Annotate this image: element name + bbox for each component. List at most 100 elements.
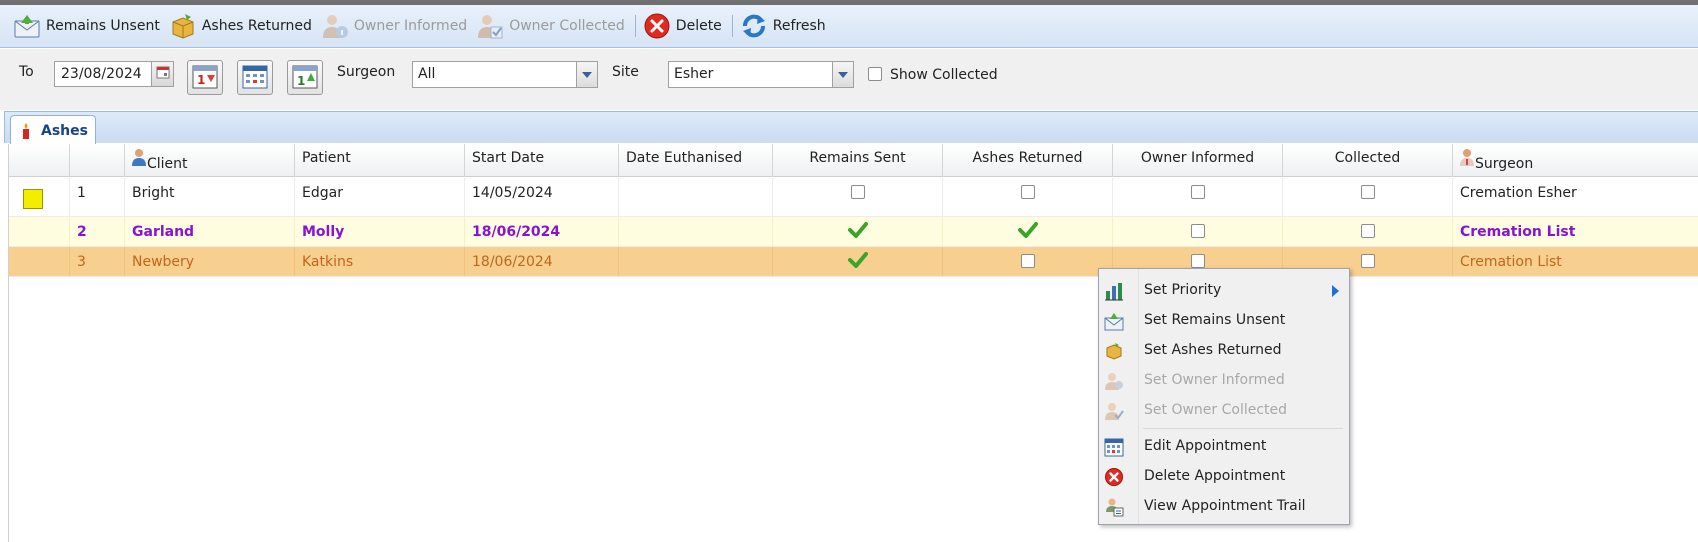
column-header-date-euthanised[interactable]: Date Euthanised bbox=[619, 144, 773, 177]
start-date-text: 14/05/2024 bbox=[472, 185, 553, 201]
refresh-button[interactable]: Refresh bbox=[737, 9, 832, 43]
date-picker-button[interactable] bbox=[151, 62, 173, 86]
delete-icon bbox=[642, 11, 672, 41]
checkmark-icon bbox=[1017, 222, 1038, 242]
chevron-down-icon[interactable] bbox=[832, 62, 853, 87]
calendar-down-icon: 1 bbox=[191, 62, 219, 94]
cell-patient: Katkins bbox=[295, 247, 465, 276]
cell-surgeon: Cremation List bbox=[1453, 217, 1698, 246]
menu-item-delete-appointment[interactable]: Delete Appointment bbox=[1099, 464, 1349, 490]
menu-item-label: View Appointment Trail bbox=[1144, 498, 1306, 514]
cell-date-euthanised bbox=[619, 217, 773, 246]
cell-num: 3 bbox=[70, 247, 125, 276]
owner-collected-label: Owner Collected bbox=[509, 18, 625, 34]
column-patient-label: Patient bbox=[302, 150, 351, 166]
menu-item-set-ashes-returned[interactable]: Set Ashes Returned bbox=[1099, 338, 1349, 364]
cell-remains-sent bbox=[773, 247, 943, 276]
site-select[interactable]: Esher bbox=[668, 61, 854, 88]
menu-item-label: Set Ashes Returned bbox=[1144, 342, 1282, 358]
cell-ashes-returned bbox=[943, 178, 1113, 216]
show-collected-checkbox[interactable] bbox=[868, 67, 882, 81]
collected-checkbox[interactable] bbox=[1360, 185, 1375, 199]
column-remains-sent-label: Remains Sent bbox=[809, 150, 906, 166]
site-value: Esher bbox=[674, 66, 714, 82]
collected-checkbox[interactable] bbox=[1360, 224, 1375, 238]
table-row[interactable]: 3 Newbery Katkins 18/06/2024 Cremation List bbox=[9, 247, 1698, 277]
collected-checkbox[interactable] bbox=[1360, 254, 1375, 268]
cell-start-date: 18/06/2024 bbox=[465, 247, 619, 276]
next-date-button[interactable]: 1 bbox=[287, 60, 323, 95]
calendar-icon bbox=[241, 62, 269, 94]
client-person-icon bbox=[132, 148, 146, 170]
cell-client: Bright bbox=[125, 178, 295, 216]
column-start-date-label: Start Date bbox=[472, 150, 545, 166]
menu-item-label: Set Priority bbox=[1144, 282, 1222, 298]
menu-item-set-owner-informed[interactable]: Set Owner Informed bbox=[1099, 368, 1349, 394]
toolbar-separator bbox=[634, 15, 636, 37]
site-label: Site bbox=[612, 64, 639, 80]
previous-date-button[interactable]: 1 bbox=[187, 60, 223, 95]
cell-ashes-returned bbox=[943, 217, 1113, 246]
menu-item-view-appointment-trail[interactable]: View Appointment Trail bbox=[1099, 494, 1349, 520]
menu-separator bbox=[1143, 428, 1343, 429]
column-header-owner-informed[interactable]: Owner Informed bbox=[1113, 144, 1283, 177]
today-calendar-button[interactable] bbox=[237, 60, 273, 95]
tab-ashes[interactable]: Ashes bbox=[10, 115, 96, 145]
checkmark-icon bbox=[847, 222, 868, 242]
table-row[interactable]: 1 Bright Edgar 14/05/2024 Cremation Esher bbox=[9, 178, 1698, 217]
calendar-up-icon: 1 bbox=[291, 62, 319, 94]
client-text: Bright bbox=[132, 185, 175, 201]
delete-label: Delete bbox=[675, 18, 722, 34]
owner-informed-button[interactable]: Owner Informed bbox=[318, 9, 473, 43]
column-header-collected[interactable]: Collected bbox=[1283, 144, 1453, 177]
cell-num: 2 bbox=[70, 217, 125, 246]
owner-collected-button[interactable]: Owner Collected bbox=[473, 9, 631, 43]
client-text: Garland bbox=[132, 224, 195, 240]
owner-informed-checkbox[interactable] bbox=[1190, 254, 1205, 268]
delete-button[interactable]: Delete bbox=[640, 9, 728, 43]
column-header-remains-sent[interactable]: Remains Sent bbox=[773, 144, 943, 177]
menu-item-set-priority[interactable]: Set Priority bbox=[1099, 278, 1349, 304]
svg-text:1: 1 bbox=[197, 73, 205, 87]
ashes-returned-checkbox[interactable] bbox=[1020, 254, 1035, 268]
column-header-priority[interactable] bbox=[9, 144, 70, 177]
table-row[interactable]: 2 Garland Molly 18/06/2024 Cremation List bbox=[9, 217, 1698, 247]
surgeon-person-icon bbox=[1460, 148, 1474, 170]
menu-item-label: Edit Appointment bbox=[1144, 438, 1267, 454]
cell-client: Garland bbox=[125, 217, 295, 246]
ashes-returned-checkbox[interactable] bbox=[1020, 185, 1035, 199]
cell-remains-sent bbox=[773, 178, 943, 216]
calendar-small-icon bbox=[156, 65, 170, 83]
cell-start-date: 14/05/2024 bbox=[465, 178, 619, 216]
column-header-number[interactable] bbox=[70, 144, 125, 177]
menu-item-set-owner-collected[interactable]: Set Owner Collected bbox=[1099, 398, 1349, 424]
cell-remains-sent bbox=[773, 217, 943, 246]
bar-chart-icon bbox=[1103, 280, 1125, 302]
menu-item-edit-appointment[interactable]: Edit Appointment bbox=[1099, 434, 1349, 460]
menu-item-set-remains-unsent[interactable]: Set Remains Unsent bbox=[1099, 308, 1349, 334]
column-collected-label: Collected bbox=[1334, 150, 1401, 166]
patient-text: Molly bbox=[302, 224, 345, 240]
remains-sent-checkbox[interactable] bbox=[850, 185, 865, 199]
owner-informed-checkbox[interactable] bbox=[1190, 224, 1205, 238]
column-header-surgeon[interactable]: Surgeon bbox=[1453, 144, 1698, 177]
remains-unsent-button[interactable]: Remains Unsent bbox=[10, 9, 166, 43]
chevron-down-icon[interactable] bbox=[576, 62, 597, 87]
cell-surgeon: Cremation Esher bbox=[1453, 178, 1698, 216]
column-header-patient[interactable]: Patient bbox=[295, 144, 465, 177]
surgeon-text: Cremation Esher bbox=[1460, 185, 1577, 201]
num-text: 1 bbox=[77, 185, 86, 201]
start-date-text: 18/06/2024 bbox=[472, 224, 561, 240]
ashes-returned-button[interactable]: Ashes Returned bbox=[166, 9, 318, 43]
submenu-arrow-icon bbox=[1332, 285, 1339, 297]
checkmark-icon bbox=[847, 252, 868, 272]
owner-informed-checkbox[interactable] bbox=[1190, 185, 1205, 199]
column-header-start-date[interactable]: Start Date bbox=[465, 144, 619, 177]
toolbar: Remains Unsent Ashes Returned Owner Info… bbox=[0, 5, 1698, 48]
envelope-icon bbox=[12, 11, 42, 41]
box-icon bbox=[1103, 340, 1125, 362]
column-header-client[interactable]: Client bbox=[125, 144, 295, 177]
column-header-ashes-returned[interactable]: Ashes Returned bbox=[943, 144, 1113, 177]
surgeon-select[interactable]: All bbox=[412, 61, 598, 88]
calendar-icon bbox=[1103, 436, 1125, 458]
